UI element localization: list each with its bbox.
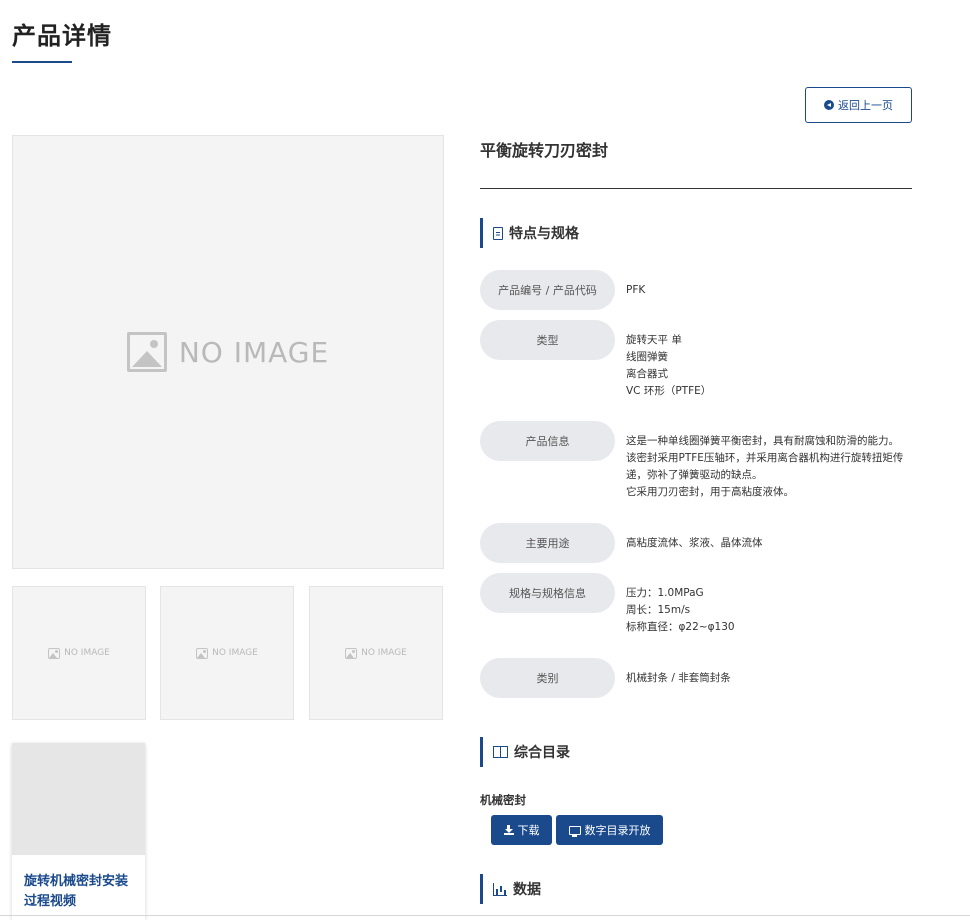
spec-label: 主要用途 bbox=[480, 523, 615, 563]
spec-label: 规格与规格信息 bbox=[480, 573, 615, 613]
data-section-heading: 数据 bbox=[480, 874, 541, 904]
arrow-left-circle-icon bbox=[824, 100, 834, 110]
bottom-divider bbox=[0, 915, 970, 916]
catalog-heading-text: 综合目录 bbox=[514, 745, 570, 761]
back-button[interactable]: 返回上一页 bbox=[805, 87, 912, 123]
thumbnail-3[interactable]: NO IMAGE bbox=[309, 586, 443, 720]
download-button[interactable]: 下载 bbox=[491, 815, 552, 845]
features-heading-text: 特点与规格 bbox=[509, 226, 579, 242]
no-image-text: NO IMAGE bbox=[361, 648, 407, 658]
catalog-item-label: 机械密封 bbox=[480, 793, 526, 807]
video-card[interactable]: 旋转机械密封安装过程视频 bbox=[12, 743, 145, 920]
no-image-text: NO IMAGE bbox=[64, 648, 110, 658]
image-placeholder-icon bbox=[48, 647, 61, 659]
image-placeholder-icon bbox=[345, 647, 358, 659]
spec-label: 产品编号 / 产品代码 bbox=[480, 270, 615, 310]
video-thumbnail[interactable] bbox=[12, 743, 145, 855]
catalog-section-heading: 综合目录 bbox=[480, 737, 570, 767]
digital-catalog-button-label: 数字目录开放 bbox=[584, 824, 651, 837]
no-image-text: NO IMAGE bbox=[178, 335, 330, 369]
no-image-text: NO IMAGE bbox=[212, 648, 258, 658]
spec-value: 压力：1.0MPaG 周长：15m/s 标称直径：φ22~φ130 bbox=[626, 587, 735, 633]
spec-value: 这是一种单线圈弹簧平衡密封，具有耐腐蚀和防滑的能力。该密封采用PTFE压轴环，并… bbox=[626, 435, 904, 498]
data-heading-text: 数据 bbox=[513, 882, 541, 898]
features-section-heading: 特点与规格 bbox=[480, 218, 579, 248]
thumbnail-2[interactable]: NO IMAGE bbox=[160, 586, 294, 720]
divider bbox=[480, 188, 912, 189]
spec-value: 旋转天平 单 线圈弹簧 离合器式 VC 环形（PTFE） bbox=[626, 334, 712, 397]
spec-value: PFK bbox=[626, 284, 646, 296]
title-underline bbox=[12, 61, 72, 63]
thumbnail-1[interactable]: NO IMAGE bbox=[12, 586, 146, 720]
download-button-label: 下载 bbox=[517, 824, 540, 837]
spec-value: 机械封条 / 非套筒封条 bbox=[626, 672, 731, 684]
download-icon bbox=[503, 824, 514, 835]
spec-value: 高粘度流体、浆液、晶体流体 bbox=[626, 537, 763, 549]
bar-chart-icon bbox=[493, 882, 507, 896]
main-product-image: NO IMAGE bbox=[12, 135, 444, 569]
page-title: 产品详情 bbox=[12, 22, 112, 50]
digital-catalog-button[interactable]: 数字目录开放 bbox=[556, 815, 663, 845]
book-icon bbox=[493, 746, 508, 758]
product-name: 平衡旋转刀刃密封 bbox=[480, 141, 609, 160]
image-placeholder-icon bbox=[126, 332, 167, 372]
spec-label: 产品信息 bbox=[480, 421, 615, 461]
spec-label: 类别 bbox=[480, 658, 615, 698]
monitor-icon bbox=[568, 825, 581, 837]
spec-label: 类型 bbox=[480, 320, 615, 360]
video-title[interactable]: 旋转机械密封安装过程视频 bbox=[12, 855, 145, 912]
back-button-label: 返回上一页 bbox=[838, 99, 893, 112]
document-icon bbox=[493, 226, 503, 240]
image-placeholder-icon bbox=[196, 647, 209, 659]
